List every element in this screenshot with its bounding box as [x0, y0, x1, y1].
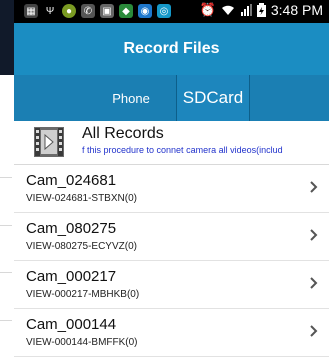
- previous-screen-edge: [0, 0, 15, 354]
- image-icon: ▣: [100, 4, 114, 18]
- chevron-right-icon: [310, 181, 318, 193]
- divider: [0, 177, 12, 178]
- previous-screen-header: [0, 0, 14, 75]
- chevron-right-icon: [310, 229, 318, 241]
- tab-phone-label: Phone: [112, 90, 150, 106]
- signal-icon: [240, 4, 252, 16]
- battery-icon: [256, 3, 266, 17]
- record-files-screen: ▦ Ψ ● ✆ ▣ ◆ ◉ ◎ ⏰ 3:48 PM Record Files P…: [14, 0, 329, 357]
- chevron-right-icon: [310, 325, 318, 337]
- page-title: Record Files: [123, 40, 220, 57]
- divider: [0, 225, 12, 226]
- tab-phone[interactable]: Phone: [86, 75, 176, 121]
- usb-icon: Ψ: [45, 5, 55, 17]
- camera-name: Cam_000144: [26, 316, 117, 333]
- status-bar: ▦ Ψ ● ✆ ▣ ◆ ◉ ◎ ⏰ 3:48 PM: [14, 0, 329, 23]
- app-icon: ◉: [138, 4, 152, 18]
- app-icon: ◎: [157, 4, 171, 18]
- keyboard-icon: ▦: [24, 4, 38, 18]
- camera-list-item[interactable]: Cam_080275 VIEW-080275-ECYVZ(0): [14, 213, 329, 261]
- camera-list-item[interactable]: Cam_000217 VIEW-000217-MBHKB(0): [14, 261, 329, 309]
- maps-icon: ◆: [119, 4, 133, 18]
- all-records-item[interactable]: All Records f this procedure to connet c…: [14, 121, 329, 165]
- app-notification-icon: ●: [62, 4, 76, 18]
- camera-name: Cam_024681: [26, 172, 117, 189]
- chevron-right-icon: [310, 277, 318, 289]
- camera-id: VIEW-000217-MBHKB(0): [26, 289, 140, 300]
- divider: [0, 320, 12, 321]
- missed-call-icon: ✆: [81, 4, 95, 18]
- camera-list-item[interactable]: Cam_024681 VIEW-024681-STBXN(0): [14, 165, 329, 213]
- tab-sdcard-label: SDCard: [182, 88, 244, 107]
- video-file-icon: [34, 127, 64, 157]
- camera-id: VIEW-000144-BMFFK(0): [26, 337, 138, 348]
- all-records-title: All Records: [82, 125, 164, 142]
- all-records-description: f this procedure to connet camera all vi…: [82, 145, 283, 155]
- camera-name: Cam_000217: [26, 268, 117, 285]
- camera-id: VIEW-080275-ECYVZ(0): [26, 241, 137, 252]
- wifi-icon: [221, 5, 234, 15]
- divider: [0, 272, 12, 273]
- camera-name: Cam_080275: [26, 220, 117, 237]
- alarm-icon: ⏰: [199, 2, 216, 17]
- system-icons: ⏰ 3:48 PM: [200, 2, 323, 18]
- camera-list-item[interactable]: Cam_000144 VIEW-000144-BMFFK(0): [14, 309, 329, 357]
- notification-icons: ▦ Ψ ● ✆ ▣ ◆ ◉ ◎: [24, 4, 171, 18]
- clock: 3:48 PM: [270, 2, 323, 18]
- camera-id: VIEW-024681-STBXN(0): [26, 193, 137, 204]
- tab-bar: Phone SDCard: [14, 75, 329, 121]
- title-bar: Record Files: [14, 23, 329, 75]
- tab-sdcard[interactable]: SDCard: [176, 75, 250, 121]
